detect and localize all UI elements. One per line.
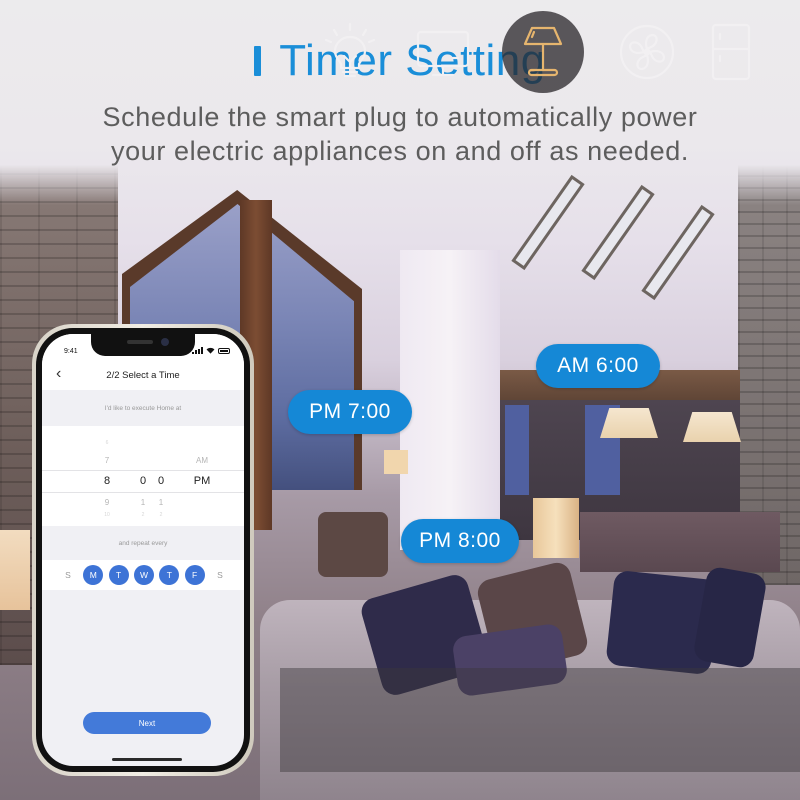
front-camera <box>161 338 169 346</box>
pendant-lamp <box>683 412 741 442</box>
armchair <box>318 512 388 577</box>
status-time: 9:41 <box>64 348 78 355</box>
fan-icon <box>619 24 675 80</box>
battery-icon <box>218 347 230 354</box>
picker-value: 7 <box>104 456 110 465</box>
notch <box>91 334 195 356</box>
day-toggle-saturday[interactable]: S <box>210 565 230 585</box>
execute-prompt: I'd like to execute Home at <box>104 404 182 412</box>
time-picker[interactable]: 6 7 8 9 10 0 1 2 0 1 2 AM PM <box>42 426 244 526</box>
side-lamp <box>384 450 408 474</box>
time-pill-pm-7: PM 7:00 <box>288 390 412 434</box>
page-subtitle: Schedule the smart plug to automatically… <box>0 100 800 168</box>
nav-title: 2/2 Select a Time <box>106 369 180 381</box>
picker-value: 9 <box>104 498 110 507</box>
title-accent-bar <box>254 46 262 76</box>
appliance-fan[interactable] <box>609 14 685 90</box>
day-toggle-sunday[interactable]: S <box>58 565 78 585</box>
day-toggle-thursday[interactable]: T <box>159 565 180 585</box>
home-indicator <box>112 758 182 761</box>
pendant-lamp <box>600 408 658 438</box>
picker-value: 6 <box>105 440 109 446</box>
chevron-left-icon[interactable]: ‹ <box>56 364 61 384</box>
picker-value: AM <box>196 456 208 465</box>
day-toggle-friday[interactable]: F <box>184 565 205 585</box>
nav-bar: ‹ 2/2 Select a Time <box>42 360 244 390</box>
subtitle-line: your electric appliances on and off as n… <box>111 136 689 166</box>
weekday-selector: S M T W T F S <box>42 560 244 590</box>
dining-area <box>580 512 780 572</box>
repeat-label: and repeat every <box>118 539 168 547</box>
picker-value: 1 <box>140 498 146 507</box>
picker-selected-minute-ones: 0 <box>157 475 165 487</box>
picker-selected-minute-tens: 0 <box>139 475 147 487</box>
wifi-icon <box>206 347 215 354</box>
phone-screen: 9:41 ‹ 2/2 Select a Time I'd like to exe… <box>42 334 244 766</box>
appliance-light-bulb[interactable] <box>312 14 388 90</box>
kitchen-window <box>505 405 529 495</box>
skylight <box>511 174 585 271</box>
day-toggle-monday[interactable]: M <box>83 565 104 585</box>
side-lamp <box>0 530 30 610</box>
signal-icon <box>192 347 203 354</box>
next-button[interactable]: Next <box>83 712 211 734</box>
status-icons <box>192 347 230 354</box>
time-pill-pm-8: PM 8:00 <box>401 519 519 563</box>
picker-value: 1 <box>158 498 164 507</box>
appliance-refrigerator[interactable] <box>693 14 769 90</box>
picker-value: 2 <box>141 512 145 518</box>
table-lamp-icon <box>523 26 563 77</box>
refrigerator-icon <box>711 23 751 81</box>
appliance-table-lamp[interactable] <box>502 11 584 93</box>
appliance-monitor[interactable] <box>405 14 481 90</box>
monitor-icon <box>416 30 470 77</box>
picker-selected-hour: 8 <box>103 475 111 487</box>
day-toggle-tuesday[interactable]: T <box>108 565 129 585</box>
subtitle-line: Schedule the smart plug to automatically… <box>102 102 698 132</box>
appliance-bar <box>280 668 800 772</box>
phone-mockup: 9:41 ‹ 2/2 Select a Time I'd like to exe… <box>32 324 254 776</box>
day-toggle-wednesday[interactable]: W <box>133 565 154 585</box>
floor-lamp <box>533 498 579 558</box>
picker-value: 10 <box>104 512 110 518</box>
picker-selected-period: PM <box>193 475 211 487</box>
skylight <box>581 184 655 281</box>
light-bulb-icon <box>324 22 376 78</box>
picker-value: 2 <box>159 512 163 518</box>
phone-bezel: 9:41 ‹ 2/2 Select a Time I'd like to exe… <box>36 328 250 772</box>
time-pill-am-6: AM 6:00 <box>536 344 660 388</box>
skylight <box>641 204 715 301</box>
speaker-grille <box>127 340 153 344</box>
white-column <box>400 250 500 550</box>
